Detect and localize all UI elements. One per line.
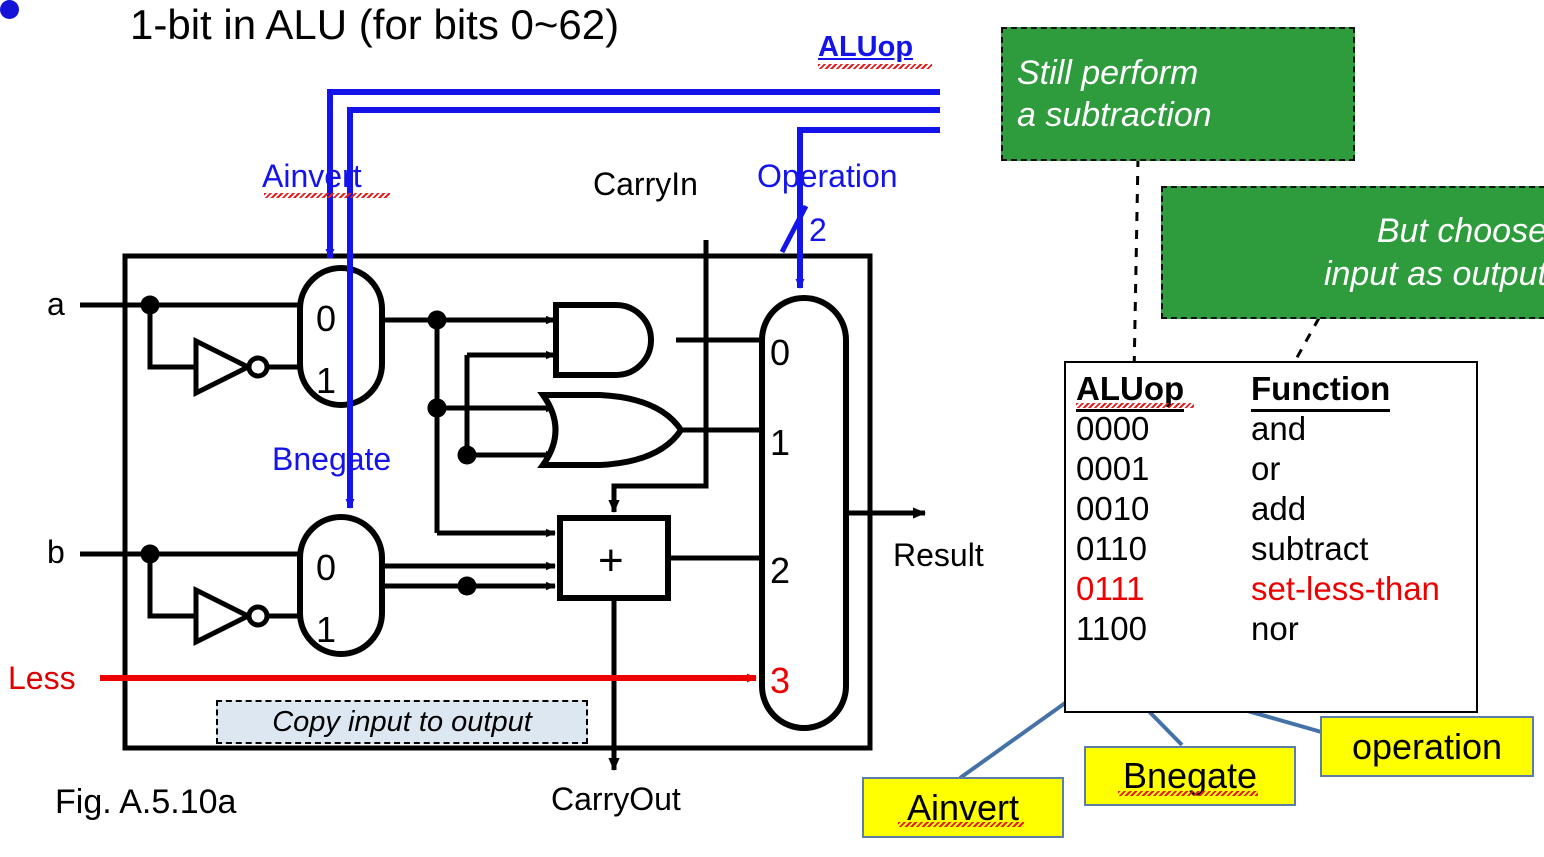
- table-row: 0001 or: [1076, 449, 1440, 489]
- table-row: 0000 and: [1076, 409, 1440, 449]
- cell-aluop: 1100: [1076, 610, 1147, 647]
- b-mux-port-0: 0: [316, 547, 337, 588]
- slide-canvas: 1-bit in ALU (for bits 0~62) ALUop Ainve…: [0, 0, 1544, 857]
- aluop-spell-underline: [818, 64, 932, 69]
- ainvert-label: Ainvert: [262, 158, 362, 194]
- callout-line-1: Still perform: [1017, 53, 1199, 92]
- cell-aluop: 0001: [1076, 450, 1150, 487]
- adder-plus-symbol: +: [598, 536, 624, 585]
- cell-aluop: 0110: [1076, 530, 1147, 567]
- operation-label: Operation: [757, 158, 898, 194]
- figure-caption: Fig. A.5.10a: [55, 783, 237, 821]
- table-header-function: Function: [1251, 368, 1440, 412]
- cell-function: or: [1251, 450, 1281, 487]
- callout-line-2: a subtraction: [1017, 96, 1212, 134]
- aluop-function-table: ALUop Function 0000 and 0001 or 0010 add: [1076, 368, 1472, 649]
- operation-bus-width: 2: [809, 212, 827, 248]
- callout-still-perform-subtraction: Still perform a subtraction: [1001, 27, 1355, 161]
- carryin-label: CarryIn: [593, 166, 698, 202]
- callout-line-1: But choose: [1376, 212, 1544, 251]
- cell-function: and: [1251, 410, 1307, 447]
- table-row-highlighted: 0111 set-less-than: [1076, 569, 1440, 609]
- or-gate: [537, 392, 685, 468]
- out-mux-port-2: 2: [770, 550, 791, 591]
- table-row: 0010 add: [1076, 489, 1440, 529]
- ainvert-spell-underline: [264, 193, 390, 198]
- table-aluop-spell-underline: [1076, 403, 1194, 408]
- callout-bnegate-spell-underline: [1118, 791, 1258, 796]
- table-row: 0110 subtract: [1076, 529, 1440, 569]
- cell-function: add: [1251, 490, 1307, 527]
- out-mux-port-3: 3: [770, 660, 791, 701]
- carryout-label: CarryOut: [551, 781, 681, 817]
- input-a-label: a: [47, 286, 65, 322]
- page-title: 1-bit in ALU (for bits 0~62): [130, 1, 620, 48]
- bnegate-label: Bnegate: [272, 441, 392, 477]
- cell-aluop: 0010: [1076, 490, 1150, 527]
- callout-choose-input-as-output: But choose input as output: [1161, 186, 1544, 319]
- copy-input-to-output-tag: Copy input to output: [216, 700, 588, 744]
- result-label: Result: [893, 537, 984, 573]
- alu-boundary: [122, 253, 873, 751]
- input-b-label: b: [47, 534, 65, 570]
- callout-ainvert: Ainvert: [862, 777, 1064, 838]
- less-label: Less: [8, 660, 76, 696]
- and-gate: [553, 302, 654, 378]
- out-mux-port-1: 1: [770, 422, 791, 463]
- cell-function: subtract: [1251, 530, 1369, 567]
- callout-ainvert-spell-underline: [898, 822, 1024, 827]
- callout-line-2: input as output: [1323, 254, 1544, 293]
- b-mux-port-1: 1: [316, 609, 337, 650]
- a-mux: [297, 265, 385, 408]
- table-row: 1100 nor: [1076, 609, 1440, 649]
- cell-function: nor: [1251, 610, 1299, 647]
- a-mux-port-1: 1: [316, 360, 337, 401]
- out-mux-port-0: 0: [770, 332, 791, 373]
- aluop-label: ALUop: [818, 31, 914, 63]
- callout-bnegate: Bnegate: [1084, 746, 1296, 806]
- callout-operation: operation: [1320, 716, 1534, 777]
- cell-aluop: 0111: [1076, 570, 1145, 607]
- b-mux: [297, 514, 385, 657]
- a-mux-port-0: 0: [316, 298, 337, 339]
- cell-function: set-less-than: [1251, 570, 1440, 607]
- cell-aluop: 0000: [1076, 410, 1150, 447]
